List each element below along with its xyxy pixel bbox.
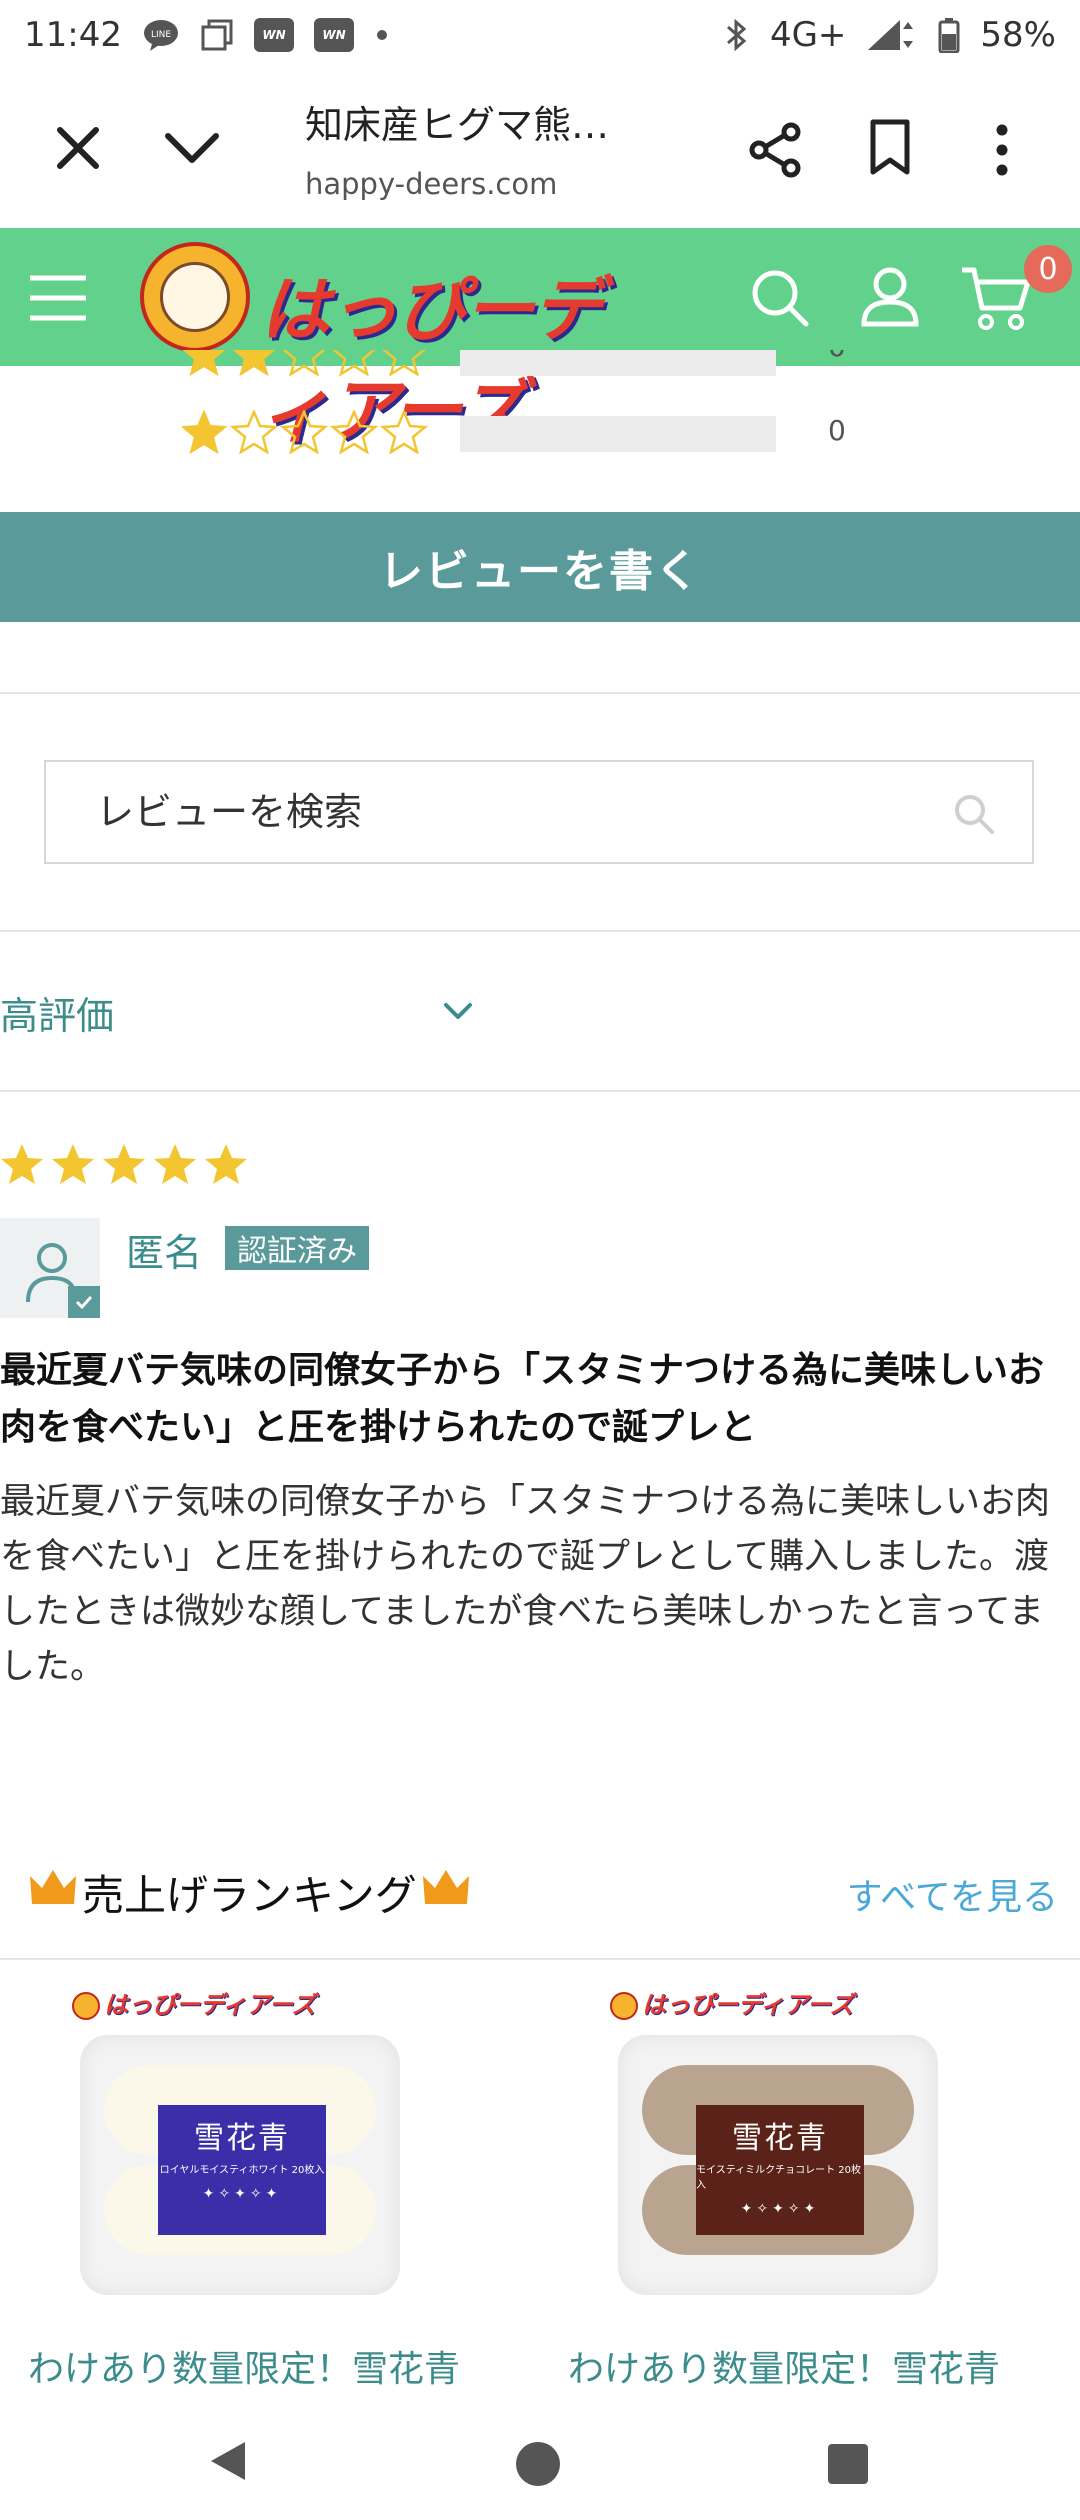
clock: 11:42	[24, 15, 122, 55]
svg-text:LINE: LINE	[151, 30, 171, 40]
rating-count: 0	[828, 350, 846, 363]
app-notification-icon: WN	[253, 18, 294, 52]
site-logo[interactable]: はっぴーディアーズ	[140, 242, 620, 452]
product-brand-logo: はっぴーディアーズ	[72, 1985, 316, 2020]
page-title: 知床産ヒグマ熊…	[305, 103, 610, 147]
home-icon[interactable]	[514, 2440, 562, 2492]
rating-count: 0	[828, 414, 846, 447]
battery-icon	[938, 17, 960, 53]
reviewer-name: 匿名	[126, 1231, 203, 1275]
app-notification-icon: WN	[313, 18, 354, 52]
review-search-input[interactable]	[46, 762, 1032, 862]
share-icon[interactable]	[745, 120, 805, 184]
rating-row-2-stars: 0	[0, 350, 1080, 382]
page-url: happy-deers.com	[305, 167, 558, 201]
divider	[0, 692, 1080, 694]
more-notifications-dot-icon	[374, 27, 390, 43]
product-brand-logo: はっぴーディアーズ	[610, 1985, 854, 2020]
chevron-down-icon	[440, 997, 476, 1031]
search-icon[interactable]	[748, 266, 812, 334]
review-star-rating	[0, 1142, 250, 1188]
rating-bar	[460, 350, 776, 376]
page-title-area[interactable]: 知床産ヒグマ熊… happy-deers.com	[305, 94, 685, 201]
status-bar: 11:42 LINE WN WN 4G+ 58%	[0, 0, 1080, 70]
divider	[0, 1958, 1080, 1960]
write-review-button[interactable]: レビューを書く	[0, 512, 1080, 622]
product-image: 雪花青 ロイヤルモイスティホワイト 20枚入 ✦✧✦✧✦	[80, 2035, 400, 2295]
ranking-header: 売上げランキング すべてを見る	[28, 1862, 1058, 1922]
bluetooth-icon	[724, 17, 750, 53]
rating-row-1-star: 0	[0, 410, 1080, 460]
product-package-label: 雪花青 ロイヤルモイスティホワイト 20枚入 ✦✧✦✧✦	[158, 2105, 326, 2235]
review-body: 最近夏バテ気味の同僚女子から「スタミナつける為に美味しいお肉を食べたい」と圧を掛…	[0, 1482, 1051, 1687]
network-type: 4G+	[769, 15, 847, 55]
crown-icon	[28, 1866, 78, 1920]
battery-level: 58%	[980, 15, 1056, 55]
sort-selected-label: 高評価	[0, 994, 115, 1038]
verified-badge: 認証済み	[225, 1226, 369, 1270]
ranking-title-text: 売上げランキング	[82, 1871, 417, 1920]
signal-icon	[866, 18, 918, 52]
ranking-title: 売上げランキング	[28, 1862, 471, 1923]
product-card[interactable]: はっぴーディアーズ 雪花青 ロイヤルモイスティホワイト 20枚入 ✦✧✦✧✦	[72, 1985, 412, 2345]
verified-check-icon	[68, 1286, 100, 1318]
line-icon: LINE	[142, 18, 180, 52]
search-icon[interactable]	[952, 792, 996, 840]
more-options-icon[interactable]	[992, 120, 1012, 184]
product-package-label: 雪花青 モイスティミルクチョコレート 20枚入 ✦✧✦✧✦	[696, 2105, 864, 2235]
close-icon[interactable]	[48, 118, 108, 182]
chevron-down-icon[interactable]	[160, 122, 224, 176]
divider	[0, 930, 1080, 932]
recent-apps-icon[interactable]	[826, 2442, 870, 2490]
deer-mascot-icon	[140, 242, 250, 352]
product-card[interactable]: はっぴーディアーズ 雪花青 モイスティミルクチョコレート 20枚入 ✦✧✦✧✦	[610, 1985, 950, 2345]
copy-icon	[200, 18, 234, 52]
review-search-box	[44, 760, 1034, 864]
system-nav-bar	[0, 2400, 1080, 2520]
see-all-link[interactable]: すべてを見る	[847, 1868, 1058, 1920]
bookmark-icon[interactable]	[865, 118, 915, 182]
back-icon[interactable]	[205, 2438, 251, 2488]
product-name[interactable]: わけあり数量限定！雪花青	[28, 2340, 460, 2392]
menu-icon[interactable]	[28, 273, 88, 327]
divider	[0, 1090, 1080, 1092]
review-title: 最近夏バテ気味の同僚女子から「スタミナつける為に美味しいお肉を食べたい」と圧を掛…	[0, 1350, 1045, 1448]
account-icon[interactable]	[858, 264, 922, 332]
site-header: はっぴーディアーズ	[0, 228, 1080, 452]
product-name[interactable]: わけあり数量限定！雪花青	[568, 2340, 1000, 2392]
reviewer-avatar	[0, 1218, 100, 1318]
review-sort-select[interactable]: 高評価	[0, 985, 500, 1045]
browser-toolbar: 知床産ヒグマ熊… happy-deers.com	[0, 70, 1080, 228]
cart-count-badge: 0	[1024, 245, 1072, 293]
crown-icon	[421, 1866, 471, 1920]
rating-bar	[460, 416, 776, 452]
product-image: 雪花青 モイスティミルクチョコレート 20枚入 ✦✧✦✧✦	[618, 2035, 938, 2295]
